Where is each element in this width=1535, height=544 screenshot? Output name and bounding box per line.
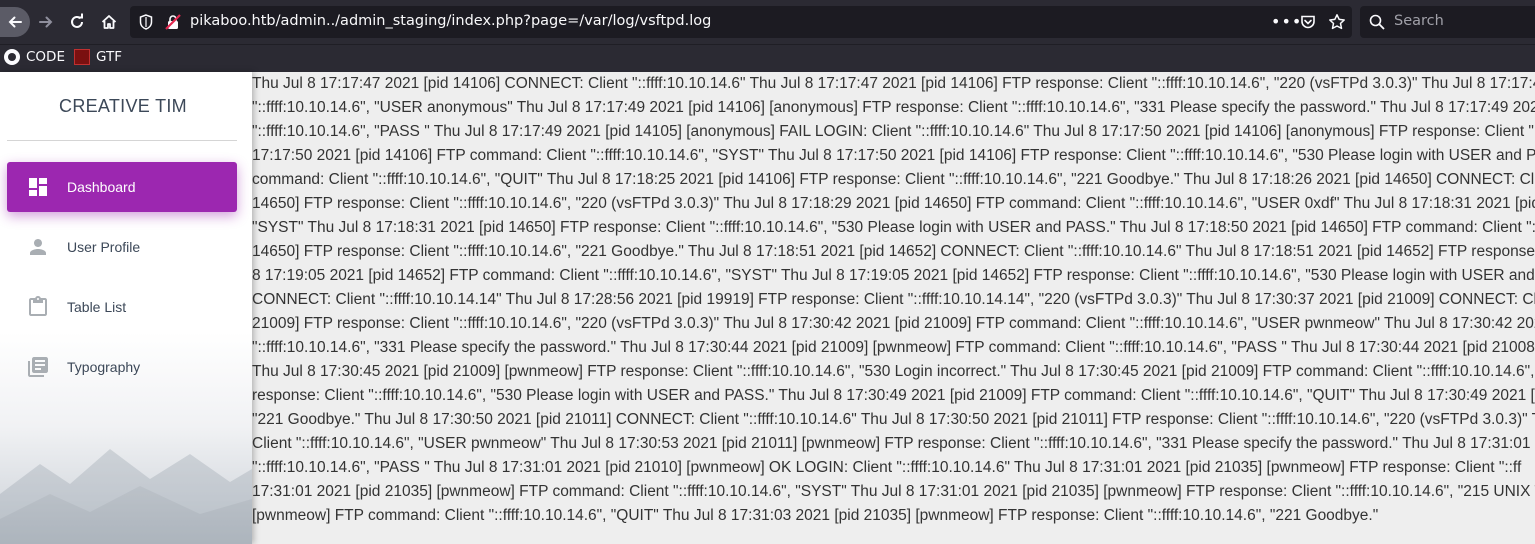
- log-line: "221 Goodbye." Thu Jul 8 17:30:50 2021 […: [252, 411, 1535, 428]
- sidebar-item-label: Table List: [67, 299, 127, 315]
- sidebar-item-label: Dashboard: [67, 179, 136, 195]
- log-line: [pwnmeow] FTP command: Client "::ffff:10…: [252, 507, 1379, 524]
- bookmark-label: CODE: [26, 49, 65, 65]
- log-line: "::ffff:10.10.14.6", "PASS " Thu Jul 8 1…: [252, 459, 1522, 476]
- search-icon: [1369, 14, 1385, 34]
- url-text[interactable]: pikaboo.htb/admin../admin_staging/index.…: [190, 13, 711, 29]
- sidebar-background-image: [0, 449, 252, 544]
- log-content: Thu Jul 8 17:17:47 2021 [pid 14106] CONN…: [252, 72, 1535, 544]
- log-line: 14650] FTP response: Client "::ffff:10.1…: [252, 243, 1535, 260]
- reload-icon: [71, 13, 83, 28]
- log-line: 8 17:19:05 2021 [pid 14652] FTP command:…: [252, 267, 1535, 284]
- sidebar-item-label: Typography: [67, 359, 141, 375]
- browser-toolbar: pikaboo.htb/admin../admin_staging/index.…: [0, 0, 1535, 44]
- log-line: Client "::ffff:10.10.14.6", "USER pwnmeo…: [252, 435, 1535, 452]
- brand-logo-text[interactable]: CREATIVE TIM: [0, 96, 246, 117]
- log-line: "SYST" Thu Jul 8 17:18:31 2021 [pid 1465…: [252, 219, 1535, 236]
- log-line: 17:31:01 2021 [pid 21035] [pwnmeow] FTP …: [252, 483, 1535, 500]
- brand-divider: [7, 140, 237, 141]
- sidebar-item-dashboard[interactable]: Dashboard: [7, 162, 237, 212]
- sidebar: CREATIVE TIM Dashboard User Profile Tabl…: [0, 72, 252, 544]
- bookmark-code[interactable]: CODE: [4, 49, 65, 65]
- log-line: "::ffff:10.10.14.6", "PASS " Thu Jul 8 1…: [252, 123, 1535, 140]
- home-icon: [101, 15, 117, 29]
- forward-button[interactable]: [33, 9, 59, 35]
- back-button[interactable]: [0, 7, 30, 37]
- log-line: Thu Jul 8 17:17:47 2021 [pid 14106] CONN…: [252, 75, 1535, 92]
- tracking-shield-icon[interactable]: [139, 14, 153, 34]
- log-line: 17:17:50 2021 [pid 14106] FTP command: C…: [252, 147, 1535, 164]
- log-line: command: Client "::ffff:10.10.14.6", "QU…: [252, 171, 1535, 188]
- sidebar-item-label: User Profile: [67, 239, 141, 255]
- bookmark-star-icon[interactable]: [1328, 13, 1346, 35]
- reload-button[interactable]: [64, 9, 90, 35]
- dashboard-icon: [29, 178, 47, 196]
- log-line: 21009] FTP response: Client "::ffff:10.1…: [252, 315, 1535, 332]
- log-line: Thu Jul 8 17:30:45 2021 [pid 21009] [pwn…: [252, 363, 1535, 380]
- library-books-icon: [28, 357, 48, 377]
- search-placeholder: Search: [1394, 13, 1444, 29]
- sidebar-item-table-list[interactable]: Table List: [7, 282, 237, 332]
- log-line: CONNECT: Client "::ffff:10.10.14.14" Thu…: [252, 291, 1535, 308]
- log-line: "::ffff:10.10.14.6", "USER anonymous" Th…: [252, 99, 1535, 116]
- gtf-icon: [74, 49, 90, 65]
- github-icon: [4, 49, 20, 65]
- log-line: "::ffff:10.10.14.6", "331 Please specify…: [252, 339, 1535, 356]
- arrow-left-icon: [8, 16, 22, 28]
- url-bar[interactable]: pikaboo.htb/admin../admin_staging/index.…: [130, 6, 1352, 38]
- page-actions-button[interactable]: •••: [1271, 12, 1302, 31]
- sidebar-item-user-profile[interactable]: User Profile: [7, 222, 237, 272]
- person-icon: [30, 239, 46, 255]
- search-bar[interactable]: Search: [1360, 6, 1535, 38]
- home-button[interactable]: [96, 9, 122, 35]
- log-line: response: Client "::ffff:10.10.14.6", "5…: [252, 387, 1535, 404]
- log-line: 14650] FTP response: Client "::ffff:10.1…: [252, 195, 1535, 212]
- insecure-lock-icon[interactable]: [165, 14, 181, 34]
- bookmark-label: GTF: [96, 49, 122, 65]
- bookmark-gtf[interactable]: GTF: [74, 49, 122, 65]
- sidebar-item-typography[interactable]: Typography: [7, 342, 237, 392]
- arrow-right-icon: [39, 16, 53, 28]
- bookmarks-toolbar: CODE GTF: [0, 44, 1535, 72]
- clipboard-icon: [29, 296, 47, 316]
- pocket-icon[interactable]: [1300, 14, 1316, 34]
